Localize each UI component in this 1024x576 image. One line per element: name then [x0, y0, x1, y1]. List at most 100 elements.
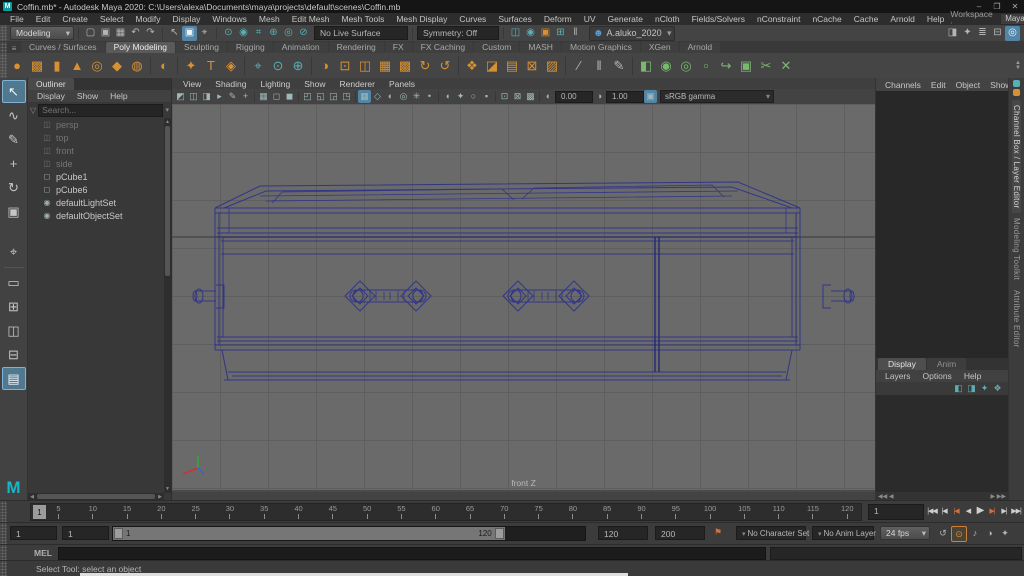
- rotate-tool-icon[interactable]: ↻: [2, 176, 26, 199]
- select-camera-icon[interactable]: ◩: [174, 90, 187, 103]
- combine-icon[interactable]: ⊡: [335, 56, 355, 76]
- sidebar-tab-channel-box-layer-editor[interactable]: Channel Box / Layer Editor: [1012, 100, 1021, 214]
- menu-show[interactable]: Show: [71, 91, 104, 101]
- gate-mask-icon[interactable]: ◰: [301, 90, 314, 103]
- separate-icon[interactable]: ◫: [355, 56, 375, 76]
- lock-camera-icon[interactable]: ◫: [187, 90, 200, 103]
- bookmark-icon[interactable]: ▸: [213, 90, 226, 103]
- menu-generate[interactable]: Generate: [602, 14, 649, 24]
- filter-icon[interactable]: ▽: [30, 106, 36, 115]
- auto-key-icon[interactable]: ⊙: [951, 526, 967, 542]
- tab-motion-graphics[interactable]: Motion Graphics: [561, 42, 640, 53]
- layout-two-pane-stacked-icon[interactable]: ⊟: [2, 343, 26, 366]
- gamma-icon[interactable]: ◑: [593, 90, 606, 103]
- shrink-wrap-icon[interactable]: ◎: [676, 56, 696, 76]
- snap-point-icon[interactable]: ⌗: [251, 26, 266, 41]
- tab-display[interactable]: Display: [878, 358, 926, 370]
- menu-create[interactable]: Create: [56, 14, 94, 24]
- lighting-toggle-icon[interactable]: ✦: [454, 90, 467, 103]
- exposure-icon[interactable]: ◐: [542, 90, 555, 103]
- layer-options-icon[interactable]: ❖: [991, 382, 1004, 395]
- tab-mash[interactable]: MASH: [520, 42, 561, 53]
- tab-poly-modeling[interactable]: Poly Modeling: [105, 42, 175, 53]
- menu-uv[interactable]: UV: [578, 14, 602, 24]
- menu-help[interactable]: Help: [958, 371, 987, 381]
- status-grip[interactable]: [0, 25, 7, 41]
- time-ruler[interactable]: 5 10 15 20 25 30 35 40 45 50 55 60 65 70 75 80 85 90 95 100…: [30, 503, 862, 521]
- 2d-pan-zoom-icon[interactable]: +: [239, 90, 252, 103]
- construction-aids-icon[interactable]: ⌖: [248, 56, 268, 76]
- menu-curves[interactable]: Curves: [453, 14, 492, 24]
- strip-icon-0[interactable]: [1013, 80, 1020, 87]
- select-object-icon[interactable]: ▣: [182, 25, 197, 41]
- menu-object[interactable]: Object: [951, 80, 986, 90]
- new-scene-icon[interactable]: ▢: [83, 26, 98, 41]
- animation-preferences-icon[interactable]: ◑: [983, 526, 997, 540]
- viewport-canvas[interactable]: front Z: [172, 104, 875, 492]
- character-controls-toggle-icon[interactable]: ✦: [960, 26, 975, 41]
- playback-start-field[interactable]: 1: [62, 526, 109, 540]
- channel-box-toggle-icon[interactable]: ≣: [975, 26, 990, 41]
- make-live-cube-icon[interactable]: ▫: [696, 56, 716, 76]
- animation-start-field[interactable]: 1: [10, 526, 57, 540]
- account-chip[interactable]: ☻ A.aluko_2020: [589, 25, 675, 41]
- tab-sculpting[interactable]: Sculpting: [175, 42, 227, 53]
- tab-arnold[interactable]: Arnold: [679, 42, 721, 53]
- tab-rigging[interactable]: Rigging: [227, 42, 273, 53]
- range-grip[interactable]: [0, 523, 7, 544]
- snap-together-icon[interactable]: ⊙: [268, 56, 288, 76]
- tool-settings-toggle-icon[interactable]: ◎: [1005, 25, 1020, 41]
- shelf-grip[interactable]: [0, 42, 7, 53]
- wireframe-mode-icon[interactable]: ▦: [358, 90, 371, 103]
- move-to-origin-icon[interactable]: ⊕: [288, 56, 308, 76]
- move-tool-icon[interactable]: +: [2, 152, 26, 175]
- bevel-icon[interactable]: ◪: [482, 56, 502, 76]
- menu-ncache[interactable]: nCache: [806, 14, 847, 24]
- snap-grid-icon[interactable]: ⊙: [221, 26, 236, 41]
- playback-loop-icon[interactable]: ↺: [936, 526, 950, 540]
- joints-x-ray-icon[interactable]: ▩: [524, 90, 537, 103]
- snap-projected-center-icon[interactable]: ⊕: [266, 26, 281, 41]
- cut-faces-icon[interactable]: ✂: [756, 56, 776, 76]
- undo-icon[interactable]: ↶: [128, 26, 143, 41]
- workspace-dropdown[interactable]: Maya Classic*: [1000, 13, 1024, 25]
- menu-nconstraint[interactable]: nConstraint: [751, 14, 806, 24]
- playhead[interactable]: 1: [33, 505, 46, 519]
- menu-view[interactable]: View: [176, 79, 208, 89]
- svg-tool-icon[interactable]: ◈: [221, 56, 241, 76]
- animation-end-field[interactable]: 200: [655, 526, 705, 540]
- step-back-key-icon[interactable]: |◀: [950, 503, 962, 519]
- shelf-menu-icon[interactable]: ≡: [7, 44, 21, 53]
- step-back-frame-icon[interactable]: |◀: [938, 503, 950, 519]
- mirror-icon[interactable]: ❖: [462, 56, 482, 76]
- strip-icon-1[interactable]: [1013, 89, 1020, 96]
- menu-arnold[interactable]: Arnold: [884, 14, 921, 24]
- super-shape-icon[interactable]: ✦: [181, 56, 201, 76]
- poly-type-icon[interactable]: T: [201, 56, 221, 76]
- menu-select[interactable]: Select: [94, 14, 130, 24]
- step-forward-frame-icon[interactable]: ▶|: [998, 503, 1010, 519]
- shelf-scroll-spinner[interactable]: ▲ ▼: [1015, 60, 1021, 71]
- open-scene-icon[interactable]: ▣: [98, 26, 113, 41]
- maya-logo[interactable]: M: [6, 478, 20, 498]
- evaluation-mode-icon[interactable]: ✦: [998, 526, 1012, 540]
- poly-sphere-icon[interactable]: ●: [7, 56, 27, 76]
- shaded-mode-icon[interactable]: ◇: [371, 90, 384, 103]
- new-empty-layer-icon[interactable]: ◧: [952, 382, 965, 395]
- go-to-start-icon[interactable]: |◀◀: [926, 503, 938, 519]
- outliner-item-pcube6[interactable]: ◻ pCube6: [28, 183, 164, 196]
- image-plane-icon[interactable]: ✎: [226, 90, 239, 103]
- outliner-item-pcube1[interactable]: ◻ pCube1: [28, 170, 164, 183]
- menu-ncloth[interactable]: nCloth: [649, 14, 686, 24]
- outliner-item-front[interactable]: ◫ front: [28, 144, 164, 157]
- set-key-icon[interactable]: ⚑: [714, 527, 722, 538]
- render-frame-icon[interactable]: ◫: [508, 26, 523, 41]
- make-live-icon[interactable]: ⊘: [296, 26, 311, 41]
- go-to-end-icon[interactable]: ▶▶|: [1010, 503, 1022, 519]
- default-material-icon[interactable]: ◖: [441, 90, 454, 103]
- modeling-toolkit-toggle-icon[interactable]: ◨: [945, 26, 960, 41]
- menu-mesh-tools[interactable]: Mesh Tools: [336, 14, 391, 24]
- menu-show[interactable]: Show: [297, 79, 332, 89]
- symmetry-field[interactable]: Symmetry: Off: [417, 26, 499, 40]
- new-render-layer-icon[interactable]: ✦: [978, 382, 991, 395]
